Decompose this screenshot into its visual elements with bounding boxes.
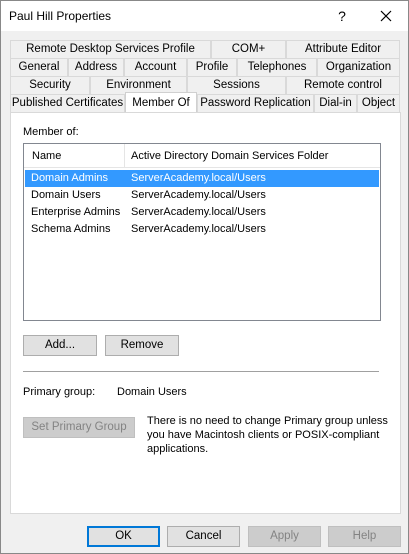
title-help-button[interactable]: ? [321, 1, 363, 31]
list-row[interactable]: Domain Users ServerAcademy.local/Users [25, 187, 379, 204]
window-title: Paul Hill Properties [9, 9, 112, 23]
row-folder: ServerAcademy.local/Users [131, 189, 266, 201]
properties-dialog: Paul Hill Properties ? Remote Desktop Se… [0, 0, 409, 554]
primary-group-label: Primary group: [23, 386, 96, 398]
close-icon [380, 10, 392, 22]
tab-com-plus[interactable]: COM+ [211, 40, 286, 58]
tab-remote-desktop-services-profile[interactable]: Remote Desktop Services Profile [10, 40, 211, 58]
list-row[interactable]: Schema Admins ServerAcademy.local/Users [25, 221, 379, 238]
set-primary-group-button[interactable]: Set Primary Group [23, 417, 135, 438]
tab-member-of[interactable]: Member Of [125, 92, 197, 112]
primary-group-value: Domain Users [117, 386, 187, 398]
tab-row-1: Remote Desktop Services Profile COM+ Att… [10, 40, 400, 58]
list-row[interactable]: Enterprise Admins ServerAcademy.local/Us… [25, 204, 379, 221]
help-button[interactable]: Help [328, 526, 401, 547]
cancel-button[interactable]: Cancel [167, 526, 240, 547]
tab-remote-control[interactable]: Remote control [286, 76, 400, 94]
tab-account[interactable]: Account [124, 58, 187, 76]
tab-row-2: General Address Account Profile Telephon… [10, 58, 400, 76]
tab-attribute-editor[interactable]: Attribute Editor [286, 40, 400, 58]
tab-password-replication[interactable]: Password Replication [197, 94, 314, 112]
tab-telephones[interactable]: Telephones [237, 58, 317, 76]
close-button[interactable] [365, 1, 407, 31]
remove-button[interactable]: Remove [105, 335, 179, 356]
row-folder: ServerAcademy.local/Users [131, 172, 266, 184]
column-name[interactable]: Name [26, 144, 124, 168]
tab-row-4: Published Certificates Member Of Passwor… [10, 92, 400, 112]
row-name: Domain Admins [31, 172, 109, 184]
tab-general[interactable]: General [10, 58, 68, 76]
tab-sessions[interactable]: Sessions [187, 76, 286, 94]
row-folder: ServerAcademy.local/Users [131, 223, 266, 235]
tab-published-certificates[interactable]: Published Certificates [10, 94, 125, 112]
tab-object[interactable]: Object [357, 94, 400, 112]
tab-organization[interactable]: Organization [317, 58, 400, 76]
row-name: Domain Users [31, 189, 101, 201]
separator [23, 371, 379, 372]
column-folder[interactable]: Active Directory Domain Services Folder [125, 144, 375, 168]
primary-group-note: There is no need to change Primary group… [147, 415, 388, 455]
tab-row-3: Security Environment Sessions Remote con… [10, 76, 400, 94]
tab-profile[interactable]: Profile [187, 58, 237, 76]
ok-button[interactable]: OK [87, 526, 160, 547]
add-button[interactable]: Add... [23, 335, 97, 356]
row-name: Enterprise Admins [31, 206, 121, 218]
list-row[interactable]: Domain Admins ServerAcademy.local/Users [25, 170, 379, 187]
title-bar: Paul Hill Properties ? [1, 1, 408, 31]
tab-dial-in[interactable]: Dial-in [314, 94, 357, 112]
tab-address[interactable]: Address [68, 58, 124, 76]
row-name: Schema Admins [31, 223, 111, 235]
list-header: Name Active Directory Domain Services Fo… [24, 144, 380, 168]
member-of-panel: Member of: Name Active Directory Domain … [10, 112, 401, 514]
groups-list[interactable]: Name Active Directory Domain Services Fo… [23, 143, 381, 321]
tab-security[interactable]: Security [10, 76, 90, 94]
row-folder: ServerAcademy.local/Users [131, 206, 266, 218]
apply-button[interactable]: Apply [248, 526, 321, 547]
member-of-label: Member of: [23, 126, 79, 138]
